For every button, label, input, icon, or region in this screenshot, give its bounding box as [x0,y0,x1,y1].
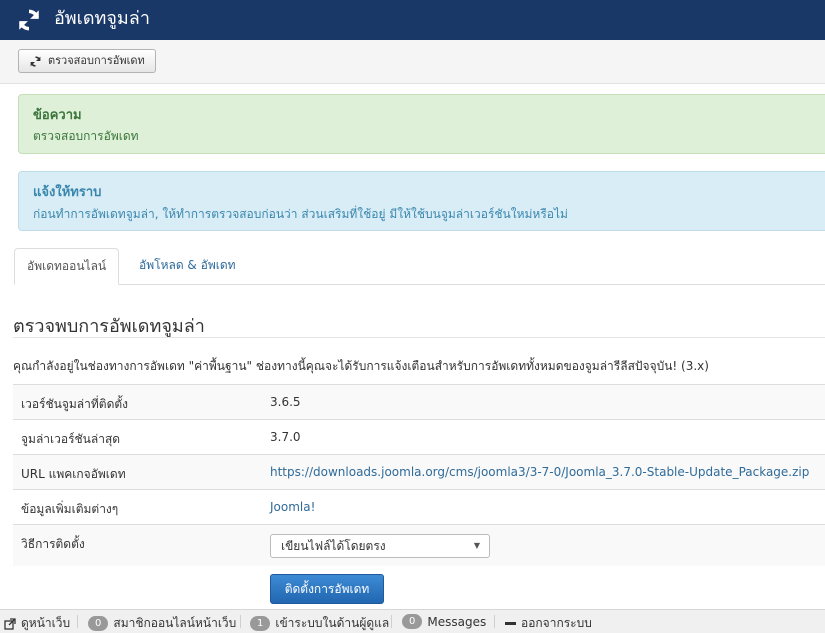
refresh-icon [19,9,39,31]
online-members-count: 0 [88,616,109,631]
table-row: วิธีการติดตั้ง เขียนไฟล์ได้โดยตรง ▼ [13,524,825,566]
admin-label: เข้าระบบในด้านผู้ดูแล [275,616,390,630]
package-url-link[interactable]: https://downloads.joomla.org/cms/joomla3… [270,465,809,479]
more-info-link[interactable]: Joomla! [270,500,315,514]
section-title: ตรวจพบการอัพเดทจูมล่า [13,316,205,337]
online-members-label: สมาชิกออนไลน์หน้าเว็บ [113,616,237,630]
channel-description: คุณกำลังอยู่ในช่องทางการอัพเดท "ค่าพื้นฐ… [13,359,709,373]
admin-count: 1 [250,616,271,631]
check-updates-label: ตรวจสอบการอัพเดท [48,54,145,67]
message-text: ตรวจสอบการอัพเดท [33,129,139,143]
install-method-label: วิธีการติดตั้ง [21,537,85,551]
page-header: อัพเดทจูมล่า [0,0,825,40]
admin-users[interactable]: 1 เข้าระบบในด้านผู้ดูแล [250,614,389,633]
tab-upload-update[interactable]: อัพโหลด & อัพเดท [127,248,248,282]
notice-heading: แจ้งให้ทราบ [33,185,102,200]
installed-version-label: เวอร์ชันจูมล่าที่ติดตั้ง [21,397,129,411]
table-row: URL แพคเกจอัพเดท https://downloads.jooml… [13,454,825,489]
logout-link[interactable]: ออกจากระบบ [505,614,592,633]
latest-version-label: จูมล่าเวอร์ชันล่าสุด [21,432,121,446]
messages-count: 0 [402,614,423,629]
table-row: จูมล่าเวอร์ชันล่าสุด 3.7.0 [13,419,825,454]
check-updates-button[interactable]: ตรวจสอบการอัพเดท [18,49,156,73]
message-alert: ข้อความ ตรวจสอบการอัพเดท [18,94,825,154]
install-method-select[interactable]: เขียนไฟล์ได้โดยตรง ▼ [270,534,490,558]
status-bar: ดูหน้าเว็บ 0 สมาชิกออนไลน์หน้าเว็บ 1 เข้… [0,609,825,633]
divider [240,615,241,628]
tab-online-update[interactable]: อัพเดทออนไลน์ [14,248,120,285]
logout-label: ออกจากระบบ [521,616,592,630]
package-url-label: URL แพคเกจอัพเดท [21,467,126,481]
install-update-button[interactable]: ติดตั้งการอัพเดท [270,574,384,604]
minus-icon [505,622,516,625]
chevron-down-icon: ▼ [473,541,480,550]
notice-alert: แจ้งให้ทราบ ก่อนทำการอัพเดทจูมล่า, ให้ทำ… [18,171,825,231]
messages-link[interactable]: 0 Messages [402,614,486,629]
divider [13,337,825,338]
update-info-table: เวอร์ชันจูมล่าที่ติดตั้ง 3.6.5 จูมล่าเวอ… [13,384,825,566]
divider [77,615,78,628]
view-site-label: ดูหน้าเว็บ [21,616,71,630]
more-info-label: ข้อมูลเพิ่มเติมต่างๆ [21,502,119,516]
external-link-icon [4,617,16,630]
online-members[interactable]: 0 สมาชิกออนไลน์หน้าเว็บ [88,614,236,633]
install-method-value: เขียนไฟล์ได้โดยตรง [281,539,386,553]
notice-text: ก่อนทำการอัพเดทจูมล่า, ให้ทำการตรวจสอบก่… [33,207,568,221]
table-row: เวอร์ชันจูมล่าที่ติดตั้ง 3.6.5 [13,384,825,419]
messages-label: Messages [427,614,487,629]
view-site-link[interactable]: ดูหน้าเว็บ [4,614,70,633]
page-title: อัพเดทจูมล่า [54,8,150,29]
refresh-icon [30,55,41,67]
toolbar: ตรวจสอบการอัพเดท [0,40,825,84]
latest-version-value: 3.7.0 [270,430,301,444]
table-row: ข้อมูลเพิ่มเติมต่างๆ Joomla! [13,489,825,524]
update-tabs: อัพเดทออนไลน์ อัพโหลด & อัพเดท [14,248,825,285]
installed-version-value: 3.6.5 [270,395,301,409]
divider [391,615,392,628]
divider [494,615,495,628]
message-heading: ข้อความ [33,108,82,123]
